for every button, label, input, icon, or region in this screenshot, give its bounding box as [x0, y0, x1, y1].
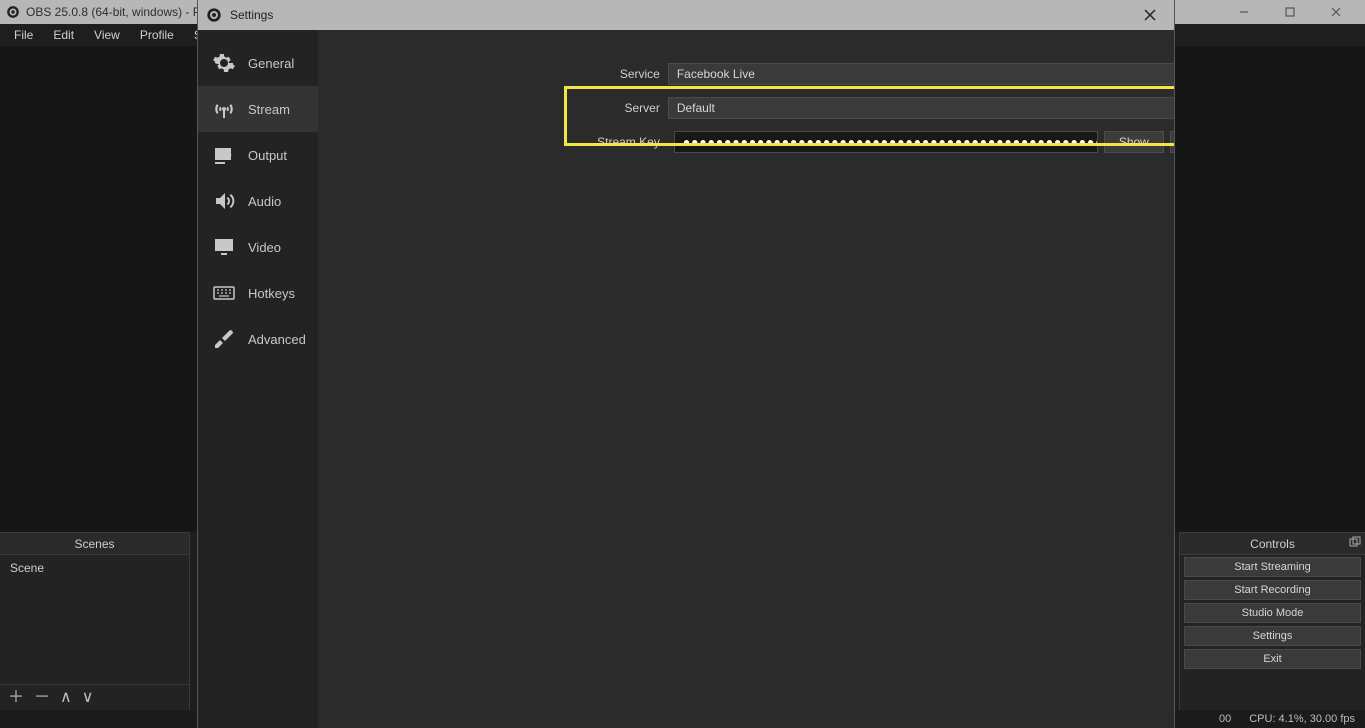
speaker-icon [210, 189, 238, 213]
nav-item-video[interactable]: Video [198, 224, 318, 270]
close-button[interactable] [1313, 0, 1359, 24]
stream-key-masked: ●●●●●●●●●●●●●●●●●●●●●●●●●●●●●●●●●●●●●●●●… [683, 135, 1098, 149]
nav-label: Hotkeys [248, 286, 295, 301]
settings-nav: General Stream Output Audio [198, 30, 318, 728]
start-streaming-button[interactable]: Start Streaming [1184, 557, 1361, 577]
start-recording-button[interactable]: Start Recording [1184, 580, 1361, 600]
obs-logo-icon [6, 5, 20, 19]
output-icon [210, 143, 238, 167]
move-down-button[interactable]: ∨ [82, 690, 94, 706]
gear-icon [210, 51, 238, 75]
server-value: Default [677, 101, 715, 115]
nav-item-stream[interactable]: Stream [198, 86, 318, 132]
stream-key-input[interactable]: ●●●●●●●●●●●●●●●●●●●●●●●●●●●●●●●●●●●●●●●●… [674, 131, 1098, 153]
settings-dialog: Settings General Stream [198, 0, 1174, 728]
keyboard-icon [210, 281, 238, 305]
move-up-button[interactable]: ∧ [60, 690, 72, 706]
settings-title: Settings [230, 8, 273, 22]
settings-content-stream: Service Facebook Live Server Default Str… [318, 30, 1174, 728]
detach-icon[interactable] [1349, 536, 1361, 551]
nav-label: General [248, 56, 294, 71]
server-select[interactable]: Default [668, 97, 1174, 119]
scenes-list[interactable]: Scene [0, 555, 189, 684]
menu-edit[interactable]: Edit [43, 28, 84, 42]
status-cpu: CPU: 4.1%, 30.00 fps [1249, 713, 1355, 725]
broadcast-icon [210, 97, 238, 121]
obs-logo-icon [206, 7, 222, 23]
maximize-button[interactable] [1267, 0, 1313, 24]
stream-key-label: Stream Key [584, 135, 668, 149]
show-button[interactable]: Show [1104, 131, 1164, 153]
status-clipped: 00 [1219, 713, 1231, 725]
nav-item-audio[interactable]: Audio [198, 178, 318, 224]
server-label: Server [584, 101, 668, 115]
get-stream-key-button[interactable]: Get Stream Key [1170, 131, 1174, 153]
nav-item-output[interactable]: Output [198, 132, 318, 178]
minimize-button[interactable] [1221, 0, 1267, 24]
main-window-title: OBS 25.0.8 (64-bit, windows) - P [26, 5, 201, 19]
service-select[interactable]: Facebook Live [668, 63, 1174, 85]
menu-view[interactable]: View [84, 28, 130, 42]
exit-button[interactable]: Exit [1184, 649, 1361, 669]
nav-label: Video [248, 240, 281, 255]
controls-panel-title: Controls [1250, 537, 1295, 551]
menu-file[interactable]: File [4, 28, 43, 42]
nav-label: Advanced [248, 332, 306, 347]
scenes-panel: Scenes Scene ＋ － ∧ ∨ [0, 532, 190, 710]
window-controls [1221, 0, 1359, 24]
nav-label: Stream [248, 102, 290, 117]
nav-label: Audio [248, 194, 281, 209]
settings-titlebar[interactable]: Settings [198, 0, 1174, 30]
nav-item-hotkeys[interactable]: Hotkeys [198, 270, 318, 316]
service-value: Facebook Live [677, 67, 755, 81]
scenes-panel-title: Scenes [74, 537, 114, 551]
nav-label: Output [248, 148, 287, 163]
settings-close-button[interactable] [1134, 4, 1166, 26]
tools-icon [210, 327, 238, 351]
menu-profile[interactable]: Profile [130, 28, 184, 42]
remove-scene-button[interactable]: － [34, 690, 50, 706]
add-scene-button[interactable]: ＋ [8, 690, 24, 706]
scenes-panel-header: Scenes [0, 533, 189, 555]
monitor-icon [210, 235, 238, 259]
controls-panel: Controls Start Streaming Start Recording… [1179, 532, 1365, 710]
studio-mode-button[interactable]: Studio Mode [1184, 603, 1361, 623]
nav-item-general[interactable]: General [198, 40, 318, 86]
service-label: Service [584, 67, 668, 81]
scenes-toolbar: ＋ － ∧ ∨ [0, 684, 189, 710]
controls-panel-header: Controls [1180, 533, 1365, 555]
nav-item-advanced[interactable]: Advanced [198, 316, 318, 362]
list-item[interactable]: Scene [6, 559, 183, 577]
settings-button[interactable]: Settings [1184, 626, 1361, 646]
